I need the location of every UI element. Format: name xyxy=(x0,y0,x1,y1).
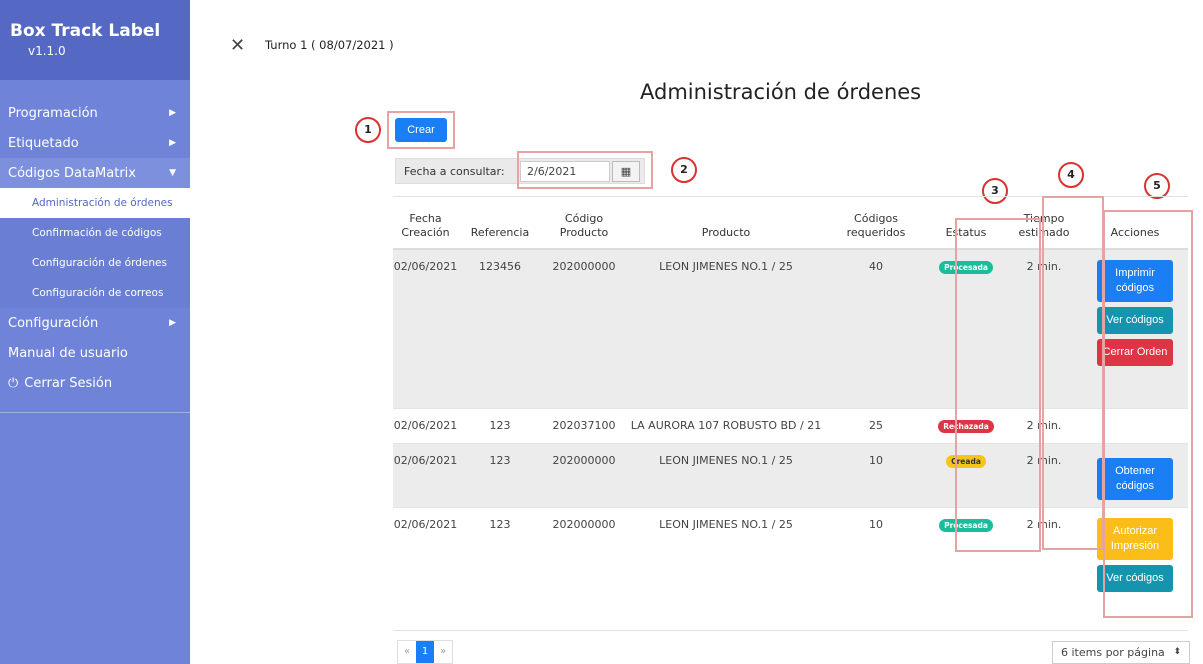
cell-producto: LEON JIMENES NO.1 / 25 xyxy=(659,454,793,467)
annotation-marker-2: 2 xyxy=(671,157,697,183)
date-filter-label: Fecha a consultar: xyxy=(404,165,505,178)
sidebar-subitem-administracion-ordenes[interactable]: Administración de órdenes xyxy=(0,188,190,218)
pagination-prev[interactable]: « xyxy=(398,641,416,663)
status-column-highlight xyxy=(955,218,1041,552)
time-column-highlight xyxy=(1042,196,1104,550)
cell-fecha: 02/06/2021 xyxy=(393,454,458,467)
sidebar-item-cerrar-sesion[interactable]: ⏻ Cerrar Sesión xyxy=(0,368,190,398)
annotation-marker-1: 1 xyxy=(355,117,381,143)
cell-referencia: 123 xyxy=(489,454,511,467)
pagination: « 1 » xyxy=(397,640,453,664)
shift-label: Turno 1 ( 08/07/2021 ) xyxy=(265,38,394,52)
caret-right-icon: ▶ xyxy=(169,318,176,328)
app-title: Box Track Label xyxy=(10,21,161,41)
sidebar-item-label: Códigos DataMatrix xyxy=(8,165,136,181)
select-arrow-icon: ⬍ xyxy=(1173,647,1181,657)
cell-referencia: 123456 xyxy=(479,260,521,273)
caret-right-icon: ▶ xyxy=(169,138,176,148)
sidebar-submenu: Administración de órdenes Confirmación d… xyxy=(0,188,190,308)
sidebar-item-label: Programación xyxy=(8,105,98,121)
pagination-next[interactable]: » xyxy=(434,641,452,663)
column-header-referencia: Referencia xyxy=(470,226,530,239)
actions-column-highlight xyxy=(1103,210,1193,618)
cell-cantidad: 25 xyxy=(869,419,883,432)
cell-fecha: 02/06/2021 xyxy=(393,518,458,531)
sidebar-nav: Programación ▶ Etiquetado ▶ Códigos Data… xyxy=(0,80,190,413)
cell-codigo: 202037100 xyxy=(552,419,616,432)
cell-producto: LEON JIMENES NO.1 / 25 xyxy=(659,518,793,531)
sidebar-subitem-configuracion-ordenes[interactable]: Configuración de órdenes xyxy=(0,248,190,278)
cell-codigo: 202000000 xyxy=(552,454,616,467)
cell-cantidad: 40 xyxy=(869,260,883,273)
cell-producto: LEON JIMENES NO.1 / 25 xyxy=(659,260,793,273)
cell-codigo: 202000000 xyxy=(552,260,616,273)
power-icon: ⏻ xyxy=(8,375,19,391)
sidebar: Box Track Label v1.1.0 Programación ▶ Et… xyxy=(0,0,190,664)
sidebar-item-label: Etiquetado xyxy=(8,135,79,151)
cell-referencia: 123 xyxy=(489,419,511,432)
sidebar-item-label: Manual de usuario xyxy=(8,345,128,361)
cell-fecha: 02/06/2021 xyxy=(393,260,458,273)
date-highlight xyxy=(517,151,653,189)
cell-cantidad: 10 xyxy=(869,518,883,531)
sidebar-item-manual-usuario[interactable]: Manual de usuario xyxy=(0,338,190,368)
sidebar-item-etiquetado[interactable]: Etiquetado ▶ xyxy=(0,128,190,158)
sidebar-item-label: Configuración xyxy=(8,315,99,331)
caret-down-icon: ▼ xyxy=(169,168,176,178)
items-per-page-label: 6 items por página xyxy=(1061,646,1165,659)
sidebar-header: Box Track Label v1.1.0 xyxy=(0,0,190,80)
sidebar-item-configuracion[interactable]: Configuración ▶ xyxy=(0,308,190,338)
pagination-page[interactable]: 1 xyxy=(416,641,434,663)
close-icon[interactable]: ✕ xyxy=(230,37,245,55)
cell-producto: LA AURORA 107 ROBUSTO BD / 21 xyxy=(630,419,822,432)
topbar: ✕ Turno 1 ( 08/07/2021 ) xyxy=(190,0,1203,82)
annotation-marker-4: 4 xyxy=(1058,162,1084,188)
caret-right-icon: ▶ xyxy=(169,108,176,118)
cell-cantidad: 10 xyxy=(869,454,883,467)
cell-fecha: 02/06/2021 xyxy=(393,419,458,432)
logout-group: ⏻ Cerrar Sesión xyxy=(8,376,112,391)
sidebar-item-codigos-datamatrix[interactable]: Códigos DataMatrix ▼ xyxy=(0,158,190,188)
cell-referencia: 123 xyxy=(489,518,511,531)
page-title: Administración de órdenes xyxy=(640,80,922,104)
column-header-producto: Producto xyxy=(701,226,751,239)
create-highlight: Crear xyxy=(387,111,455,149)
cell-codigo: 202000000 xyxy=(552,518,616,531)
column-header-codigo: Código Producto xyxy=(559,212,609,239)
column-header-fecha: Fecha Creación xyxy=(401,212,450,239)
column-header-codigos-requeridos: Códigos requeridos xyxy=(846,212,906,239)
sidebar-item-programacion[interactable]: Programación ▶ xyxy=(0,98,190,128)
items-per-page-select[interactable]: 6 items por página ⬍ xyxy=(1052,641,1190,664)
create-button[interactable]: Crear xyxy=(395,118,447,142)
sidebar-item-label: Cerrar Sesión xyxy=(24,375,113,391)
app-version: v1.1.0 xyxy=(28,44,66,58)
sidebar-subitem-configuracion-correos[interactable]: Configuración de correos xyxy=(0,278,190,308)
sidebar-subitem-confirmacion-codigos[interactable]: Confirmación de códigos xyxy=(0,218,190,248)
